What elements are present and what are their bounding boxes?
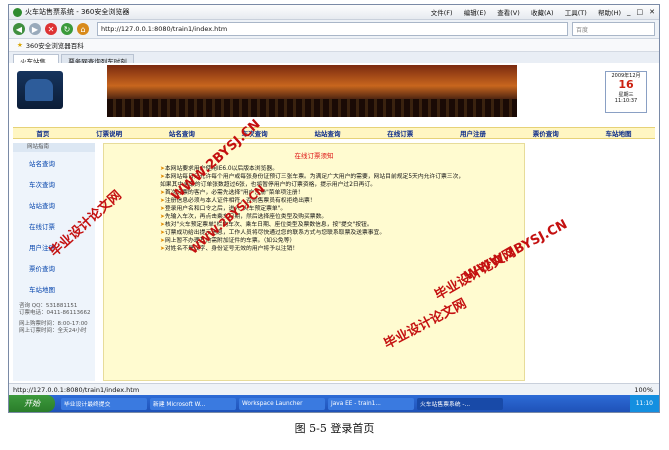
menu-file[interactable]: 文件(F) <box>431 9 453 17</box>
search-placeholder: 百度 <box>576 26 589 34</box>
notice-line: ➤注册信息必须与本人证件相符，否则售票员有权拒绝出票！ <box>160 198 316 204</box>
back-icon[interactable]: ◀ <box>13 23 25 35</box>
title-bar: 火车站售票系统 - 360安全浏览器 文件(F) 编辑(E) 查看(V) 收藏(… <box>9 5 659 20</box>
menu-help[interactable]: 帮助(H) <box>598 9 621 17</box>
menu-tools[interactable]: 工具(T) <box>565 9 587 17</box>
refresh-icon[interactable]: ↻ <box>61 23 73 35</box>
sidebar-header: 网站指南 <box>13 143 95 152</box>
sidebar-item-map[interactable]: 车站地图 <box>13 278 95 299</box>
nav-booking-guide[interactable]: 订票说明 <box>96 128 122 138</box>
contact-info: 咨询 QQ：531881151 订票电话：0411-86113662 网上购票时… <box>13 303 95 335</box>
date-weekday: 星期三 <box>618 92 634 98</box>
menu-view[interactable]: 查看(V) <box>497 9 520 17</box>
menu-favorites[interactable]: 收藏(A) <box>531 9 554 17</box>
notice-line: ➤先输入车次，再点击乘车日期，然后选择座位类型及购买票数。 <box>160 214 328 220</box>
hours-purchase: 网上购票时间：8:00-17:00 <box>19 321 88 327</box>
banner: 2009年12月 16 星期三 11:10:37 <box>13 65 655 127</box>
maximize-icon[interactable]: □ <box>637 8 644 16</box>
nav-home[interactable]: 首页 <box>36 128 49 138</box>
nav-station-map[interactable]: 车站地图 <box>606 128 632 138</box>
date-time: 11:10:37 <box>614 98 638 104</box>
contact-phone: 订票电话：0411-86113662 <box>19 310 91 316</box>
status-url: http://127.0.0.1:8080/train1/index.htm <box>13 386 140 394</box>
task-item[interactable]: Java EE - train1... <box>328 397 414 410</box>
start-button[interactable]: 开始 <box>9 395 55 412</box>
tray-clock: 11:10 <box>635 400 653 407</box>
forward-icon[interactable]: ▶ <box>29 23 41 35</box>
notice-line: ➤核对"火车预定票单"栏内车次、乘车日期、座位类型及票数信息，按"提交"按钮。 <box>160 222 373 228</box>
favorites-bar: ★ 360安全浏览器百科 <box>9 39 659 52</box>
stop-icon[interactable]: ✕ <box>45 23 57 35</box>
zoom-level[interactable]: 100% <box>634 386 653 394</box>
date-day: 16 <box>618 78 634 91</box>
close-icon[interactable]: ✕ <box>649 8 655 16</box>
home-icon[interactable]: ⌂ <box>77 23 89 35</box>
address-bar[interactable]: http://127.0.0.1:8080/train1/index.htm <box>97 22 568 36</box>
site-nav: 首页 订票说明 站名查询 车次查询 站站查询 在线订票 用户注册 票价查询 车站… <box>13 127 655 139</box>
address-text: http://127.0.0.1:8080/train1/index.htm <box>101 25 228 33</box>
sidebar-item-fare[interactable]: 票价查询 <box>13 257 95 278</box>
windows-taskbar: 开始 毕业设计最终提交 新建 Microsoft W... Workspace … <box>9 395 659 412</box>
task-item[interactable]: Workspace Launcher <box>239 397 325 410</box>
task-item-active[interactable]: 火车站售票系统 -... <box>417 397 503 410</box>
minimize-icon[interactable]: _ <box>627 8 631 16</box>
notice-line: ➤首次订票的客户，必需先选择"用户注册"菜单项注册！ <box>160 190 304 196</box>
menu-edit[interactable]: 编辑(E) <box>464 9 486 17</box>
window-title: 火车站售票系统 - 360安全浏览器 <box>25 8 130 16</box>
screenshot-frame: 火车站售票系统 - 360安全浏览器 文件(F) 编辑(E) 查看(V) 收藏(… <box>8 4 660 413</box>
notice-panel: 在线订票须知 ➤本网站要求用户使用IE6.0以后版本浏览器。 ➤本网站每日只允许… <box>103 143 525 381</box>
search-input[interactable]: 百度 <box>572 22 655 36</box>
contact-qq: 咨询 QQ：531881151 <box>19 303 78 309</box>
browser-logo-icon <box>13 7 22 17</box>
notice-line: ➤登录用户名和口令之后，进入"火车预定票单"。 <box>160 206 287 212</box>
nav-fare-query[interactable]: 票价查询 <box>533 128 559 138</box>
nav-online-booking[interactable]: 在线订票 <box>387 128 413 138</box>
menu-bar: 文件(F) 编辑(E) 查看(V) 收藏(A) 工具(T) 帮助(H) <box>422 7 621 17</box>
notice-list: ➤本网站要求用户使用IE6.0以后版本浏览器。 ➤本网站每日只允许每个用户或每张… <box>104 165 524 253</box>
nav-route-query[interactable]: 站站查询 <box>314 128 340 138</box>
sidebar-item-station[interactable]: 站名查询 <box>13 152 95 173</box>
favorites-star-icon: ★ <box>17 41 23 49</box>
system-tray: 11:10 <box>629 395 659 412</box>
sidebar-item-train[interactable]: 车次查询 <box>13 173 95 194</box>
task-item[interactable]: 毕业设计最终提交 <box>61 397 147 410</box>
figure-caption: 图 5-5 登录首页 <box>294 422 375 435</box>
task-item[interactable]: 新建 Microsoft W... <box>150 397 236 410</box>
nav-register[interactable]: 用户注册 <box>460 128 486 138</box>
favorite-link[interactable]: 360安全浏览器百科 <box>26 40 84 50</box>
navigation-toolbar: ◀ ▶ ✕ ↻ ⌂ http://127.0.0.1:8080/train1/i… <box>9 20 659 39</box>
hours-booking: 网上订票时间：全天24小时 <box>19 328 87 334</box>
notice-title: 在线订票须知 <box>294 152 334 160</box>
nav-station-query[interactable]: 站名查询 <box>169 128 195 138</box>
sidebar: 网站指南 站名查询 车次查询 站站查询 在线订票 用户注册 票价查询 车站地图 … <box>13 143 95 381</box>
train-logo-icon <box>17 71 63 109</box>
city-night-image <box>107 65 517 117</box>
date-widget: 2009年12月 16 星期三 11:10:37 <box>605 71 647 113</box>
web-page: 2009年12月 16 星期三 11:10:37 首页 订票说明 站名查询 车次… <box>9 63 659 383</box>
